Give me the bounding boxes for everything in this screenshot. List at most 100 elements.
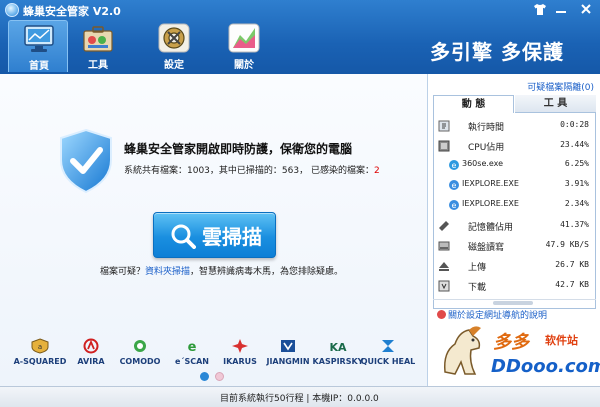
panel-tabs: 動 態 工 具 (433, 95, 596, 113)
download-icon (438, 280, 450, 292)
status-panel: 可疑檔案隔離(0) 動 態 工 具 執行時間 0:0:28 CPU佔用 23.4… (429, 74, 600, 386)
nav-help-link[interactable]: 關於設定網址導航的說明 (437, 308, 547, 321)
infected-count: 2 (373, 166, 380, 176)
skin-button[interactable] (532, 2, 548, 16)
cloud-scan-button[interactable]: 雲掃描 (153, 212, 276, 258)
stat-value: 26.7 KB (555, 260, 589, 269)
stat-row-disk: 磁盤讀寫 47.9 KB/S (434, 237, 595, 255)
suspicious-file-hint: 檔案可疑？資料夾掃描，智慧辨識病毒木馬，為您排除疑慮。 (100, 264, 343, 277)
engine-label: QUICK HEAL (360, 357, 416, 366)
protection-headline: 蜂巢安全管家開啟即時防護，保衛您的電腦 (124, 142, 353, 156)
pager-dot-active[interactable] (200, 372, 209, 381)
hint-suffix: ，智慧辨識病毒木馬，為您排除疑慮。 (190, 267, 344, 277)
engine-avira[interactable]: AVIRA (63, 338, 119, 366)
tab-dynamic[interactable]: 動 態 (433, 95, 514, 113)
pin-icon (437, 310, 446, 319)
app-title: 蜂巢安全管家 V2.0 (23, 5, 121, 18)
svg-text:e: e (188, 340, 197, 354)
stat-label: 執行時間 (468, 123, 505, 133)
svg-text:e: e (452, 181, 457, 190)
folder-scan-link[interactable]: 資料夾掃描 (145, 267, 190, 277)
stat-value: 6.25% (564, 159, 589, 168)
stat-row-memory: 記憶體佔用 41.37% (434, 217, 595, 235)
ie-icon: e (449, 180, 459, 190)
process-name: IEXPLORE.EXE (462, 179, 519, 188)
panel-scrollbar[interactable] (433, 299, 596, 305)
upload-icon (439, 262, 449, 271)
ie-icon: e (449, 200, 459, 210)
stat-row-download: 下載 42.7 KB (434, 277, 595, 295)
escan-icon: e (188, 340, 197, 354)
horse-logo-icon (443, 326, 481, 375)
stat-value: 41.37% (560, 220, 589, 229)
title-bar[interactable]: 蜂巢安全管家 V2.0 (0, 0, 600, 20)
chart-icon (228, 23, 260, 53)
tab-settings[interactable]: 設定 (144, 20, 204, 72)
kaspersky-icon: KA (329, 341, 347, 354)
stat-label: 上傳 (468, 263, 487, 273)
cloud-scan-label: 雲掃描 (202, 225, 262, 249)
avira-icon (83, 338, 99, 354)
stat-row-process: e IEXPLORE.EXE 2.34% (434, 196, 595, 214)
stat-row-process: e 360se.exe 6.25% (434, 156, 595, 174)
stat-row-cpu: CPU佔用 23.44% (434, 137, 595, 155)
svg-text:KA: KA (329, 341, 347, 354)
stat-label: 記憶體佔用 (468, 223, 514, 233)
app-logo-icon (5, 3, 19, 17)
engine-label: KASPIRSKY (312, 357, 364, 366)
engine-label: COMODO (119, 357, 161, 366)
jiangmin-icon (281, 340, 295, 352)
minimize-button[interactable] (553, 2, 569, 16)
gear-icon (158, 23, 190, 53)
tab-settings-label: 設定 (164, 60, 184, 71)
engine-label: A-SQUARED (13, 357, 67, 366)
stat-row-process: e IEXPLORE.EXE 3.91% (434, 176, 595, 194)
close-icon (581, 4, 591, 14)
watermark-domain: DDooo.com (491, 356, 600, 377)
quarantine-link[interactable]: 可疑檔案隔離(0) (527, 80, 594, 93)
slogan: 多引擎 多保護 (430, 40, 564, 64)
engine-quick-heal[interactable]: QUICK HEAL (360, 338, 416, 366)
stat-value: 0:0:28 (560, 120, 589, 129)
tab-home[interactable]: 首頁 (8, 20, 68, 72)
process-name: IEXPLORE.EXE (462, 199, 519, 208)
memory-icon (439, 221, 449, 231)
scroll-thumb[interactable] (493, 301, 533, 305)
engine-jiangmin[interactable]: JIANGMIN (260, 338, 316, 366)
ikarus-icon (232, 339, 248, 353)
comodo-icon (134, 340, 146, 352)
tab-about-label: 關於 (234, 60, 254, 71)
stat-row-runtime: 執行時間 0:0:28 (434, 117, 595, 135)
scan-stats: 系統共有檔案：1003，其中已掃描的：563， 已感染的檔案：2 (124, 163, 380, 176)
status-bar: 目前系統執行50行程 | 本機IP：0.0.0.0 (0, 386, 600, 407)
engine-kaspersky[interactable]: KA KASPIRSKY (310, 338, 366, 366)
engine-label: JIANGMIN (266, 357, 310, 366)
stat-list: 執行時間 0:0:28 CPU佔用 23.44% e 360se.exe 6.2… (433, 113, 596, 309)
watermark-title: 多多 (493, 332, 529, 353)
tab-tools[interactable]: 工具 (68, 20, 128, 72)
engine-label: AVIRA (77, 357, 105, 366)
hint-prefix: 檔案可疑？ (100, 267, 146, 277)
watermark: 多多 软件站 DDooo.com (435, 322, 600, 384)
a-squared-icon: a (31, 338, 49, 354)
svg-text:e: e (452, 201, 457, 210)
scan-stats-text: 系統共有檔案：1003，其中已掃描的：563， 已感染的檔案： (124, 166, 374, 176)
tab-about[interactable]: 關於 (214, 20, 274, 72)
pager-dot[interactable] (215, 372, 224, 381)
quick-heal-icon (382, 340, 394, 352)
tab-tools-label: 工具 (88, 60, 108, 71)
tab-panel-tools[interactable]: 工 具 (515, 95, 596, 113)
shield-check-icon (60, 128, 112, 194)
header: 蜂巢安全管家 V2.0 首頁 工具 設定 關於 多引擎 多保護 (0, 0, 600, 74)
close-button[interactable] (578, 2, 594, 16)
svg-text:e: e (452, 161, 457, 170)
stat-value: 23.44% (560, 140, 589, 149)
monitor-icon (24, 25, 54, 52)
nav-help-text: 關於設定網址導航的說明 (448, 311, 548, 321)
minimize-icon (556, 11, 566, 13)
main-panel: 蜂巢安全管家開啟即時防護，保衛您的電腦 系統共有檔案：1003，其中已掃描的：5… (0, 74, 428, 386)
engine-comodo[interactable]: COMODO (112, 338, 168, 366)
engine-a-squared[interactable]: a A-SQUARED (12, 338, 68, 366)
browser-icon: e (449, 160, 459, 170)
toolbox-icon (83, 26, 113, 52)
